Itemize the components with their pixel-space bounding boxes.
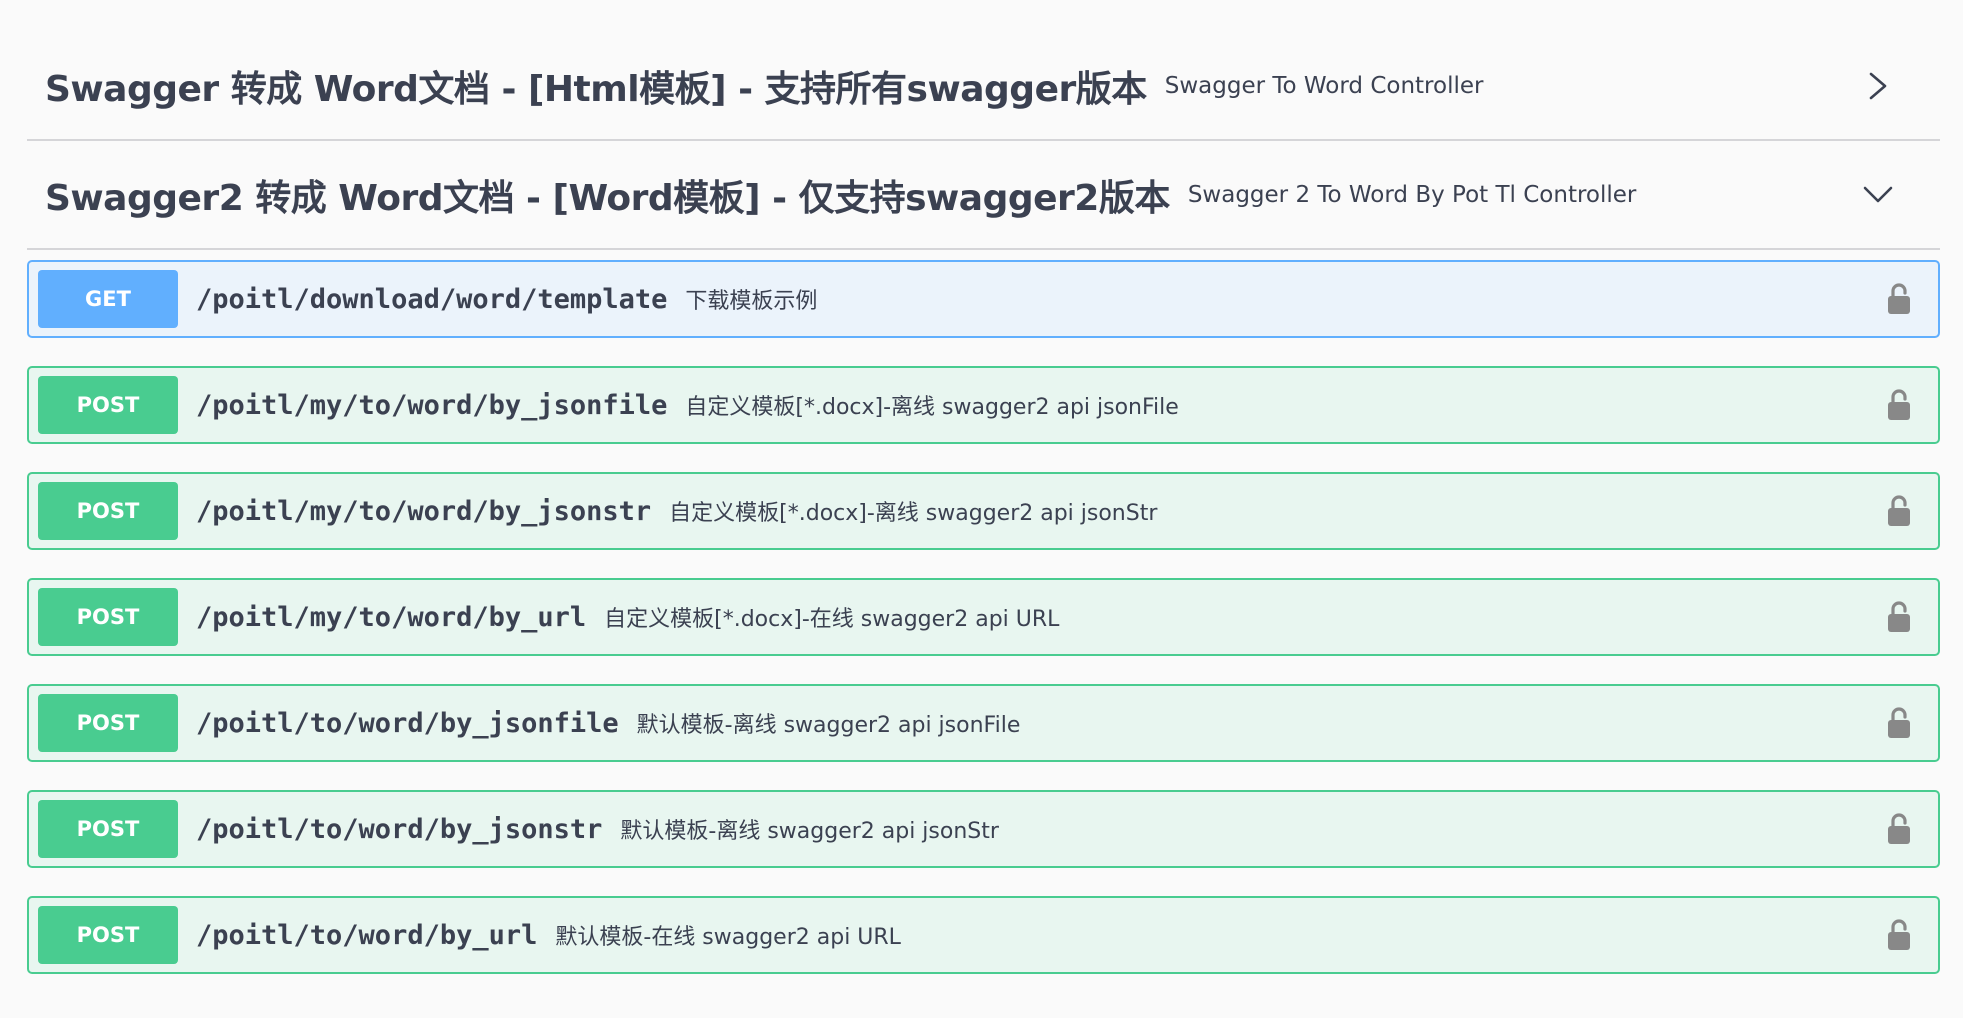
method-badge: GET [38,270,178,328]
method-badge: POST [38,588,178,646]
method-badge: POST [38,906,178,964]
operation-path: /poitl/my/to/word/by_jsonfile [196,389,668,421]
operation-row-post[interactable]: POST /poitl/my/to/word/by_jsonstr 自定义模板[… [27,472,1940,550]
operation-summary: 默认模板-在线 swagger2 api URL [555,925,901,950]
operation-summary: 默认模板-离线 swagger2 api jsonStr [620,819,999,844]
swagger-page: Swagger 转成 Word文档 - [Html模板] - 支持所有swagg… [0,32,1963,1018]
operation-summary: 自定义模板[*.docx]-在线 swagger2 api URL [604,607,1060,632]
operation-summary: 默认模板-离线 swagger2 api jsonFile [636,713,1021,738]
operation-row-post[interactable]: POST /poitl/my/to/word/by_url 自定义模板[*.do… [27,578,1940,656]
operation-row-get[interactable]: GET /poitl/download/word/template 下载模板示例 [27,260,1940,338]
operation-row-post[interactable]: POST /poitl/my/to/word/by_jsonfile 自定义模板… [27,366,1940,444]
operation-row-post[interactable]: POST /poitl/to/word/by_url 默认模板-在线 swagg… [27,896,1940,974]
tag-title: Swagger2 转成 Word文档 - [Word模板] - 仅支持swagg… [45,177,1170,219]
unlocked-padlock-icon[interactable] [1882,915,1916,955]
operation-summary: 下载模板示例 [685,289,818,314]
operation-path: /poitl/my/to/word/by_url [196,601,587,633]
operation-path: /poitl/to/word/by_jsonfile [196,707,619,739]
unlocked-padlock-icon[interactable] [1882,597,1916,637]
operation-row-post[interactable]: POST /poitl/to/word/by_jsonstr 默认模板-离线 s… [27,790,1940,868]
tag-section-html-template[interactable]: Swagger 转成 Word文档 - [Html模板] - 支持所有swagg… [27,32,1940,141]
method-badge: POST [38,482,178,540]
unlocked-padlock-icon[interactable] [1882,279,1916,319]
tag-title: Swagger 转成 Word文档 - [Html模板] - 支持所有swagg… [45,68,1147,110]
operation-summary: 自定义模板[*.docx]-离线 swagger2 api jsonFile [685,395,1179,420]
chevron-right-icon[interactable] [1858,66,1898,106]
method-badge: POST [38,694,178,752]
unlocked-padlock-icon[interactable] [1882,491,1916,531]
unlocked-padlock-icon[interactable] [1882,809,1916,849]
method-badge: POST [38,376,178,434]
chevron-down-icon[interactable] [1858,175,1898,215]
tag-description: Swagger 2 To Word By Pot Tl Controller [1187,181,1637,208]
unlocked-padlock-icon[interactable] [1882,385,1916,425]
operations-list: GET /poitl/download/word/template 下载模板示例… [27,260,1940,974]
tag-section-word-template[interactable]: Swagger2 转成 Word文档 - [Word模板] - 仅支持swagg… [27,141,1940,250]
operation-path: /poitl/to/word/by_url [196,919,538,951]
tag-description: Swagger To Word Controller [1164,72,1484,99]
unlocked-padlock-icon[interactable] [1882,703,1916,743]
operation-path: /poitl/download/word/template [196,283,668,315]
operation-summary: 自定义模板[*.docx]-离线 swagger2 api jsonStr [669,501,1158,526]
operation-row-post[interactable]: POST /poitl/to/word/by_jsonfile 默认模板-离线 … [27,684,1940,762]
operation-path: /poitl/to/word/by_jsonstr [196,813,603,845]
operation-path: /poitl/my/to/word/by_jsonstr [196,495,652,527]
method-badge: POST [38,800,178,858]
